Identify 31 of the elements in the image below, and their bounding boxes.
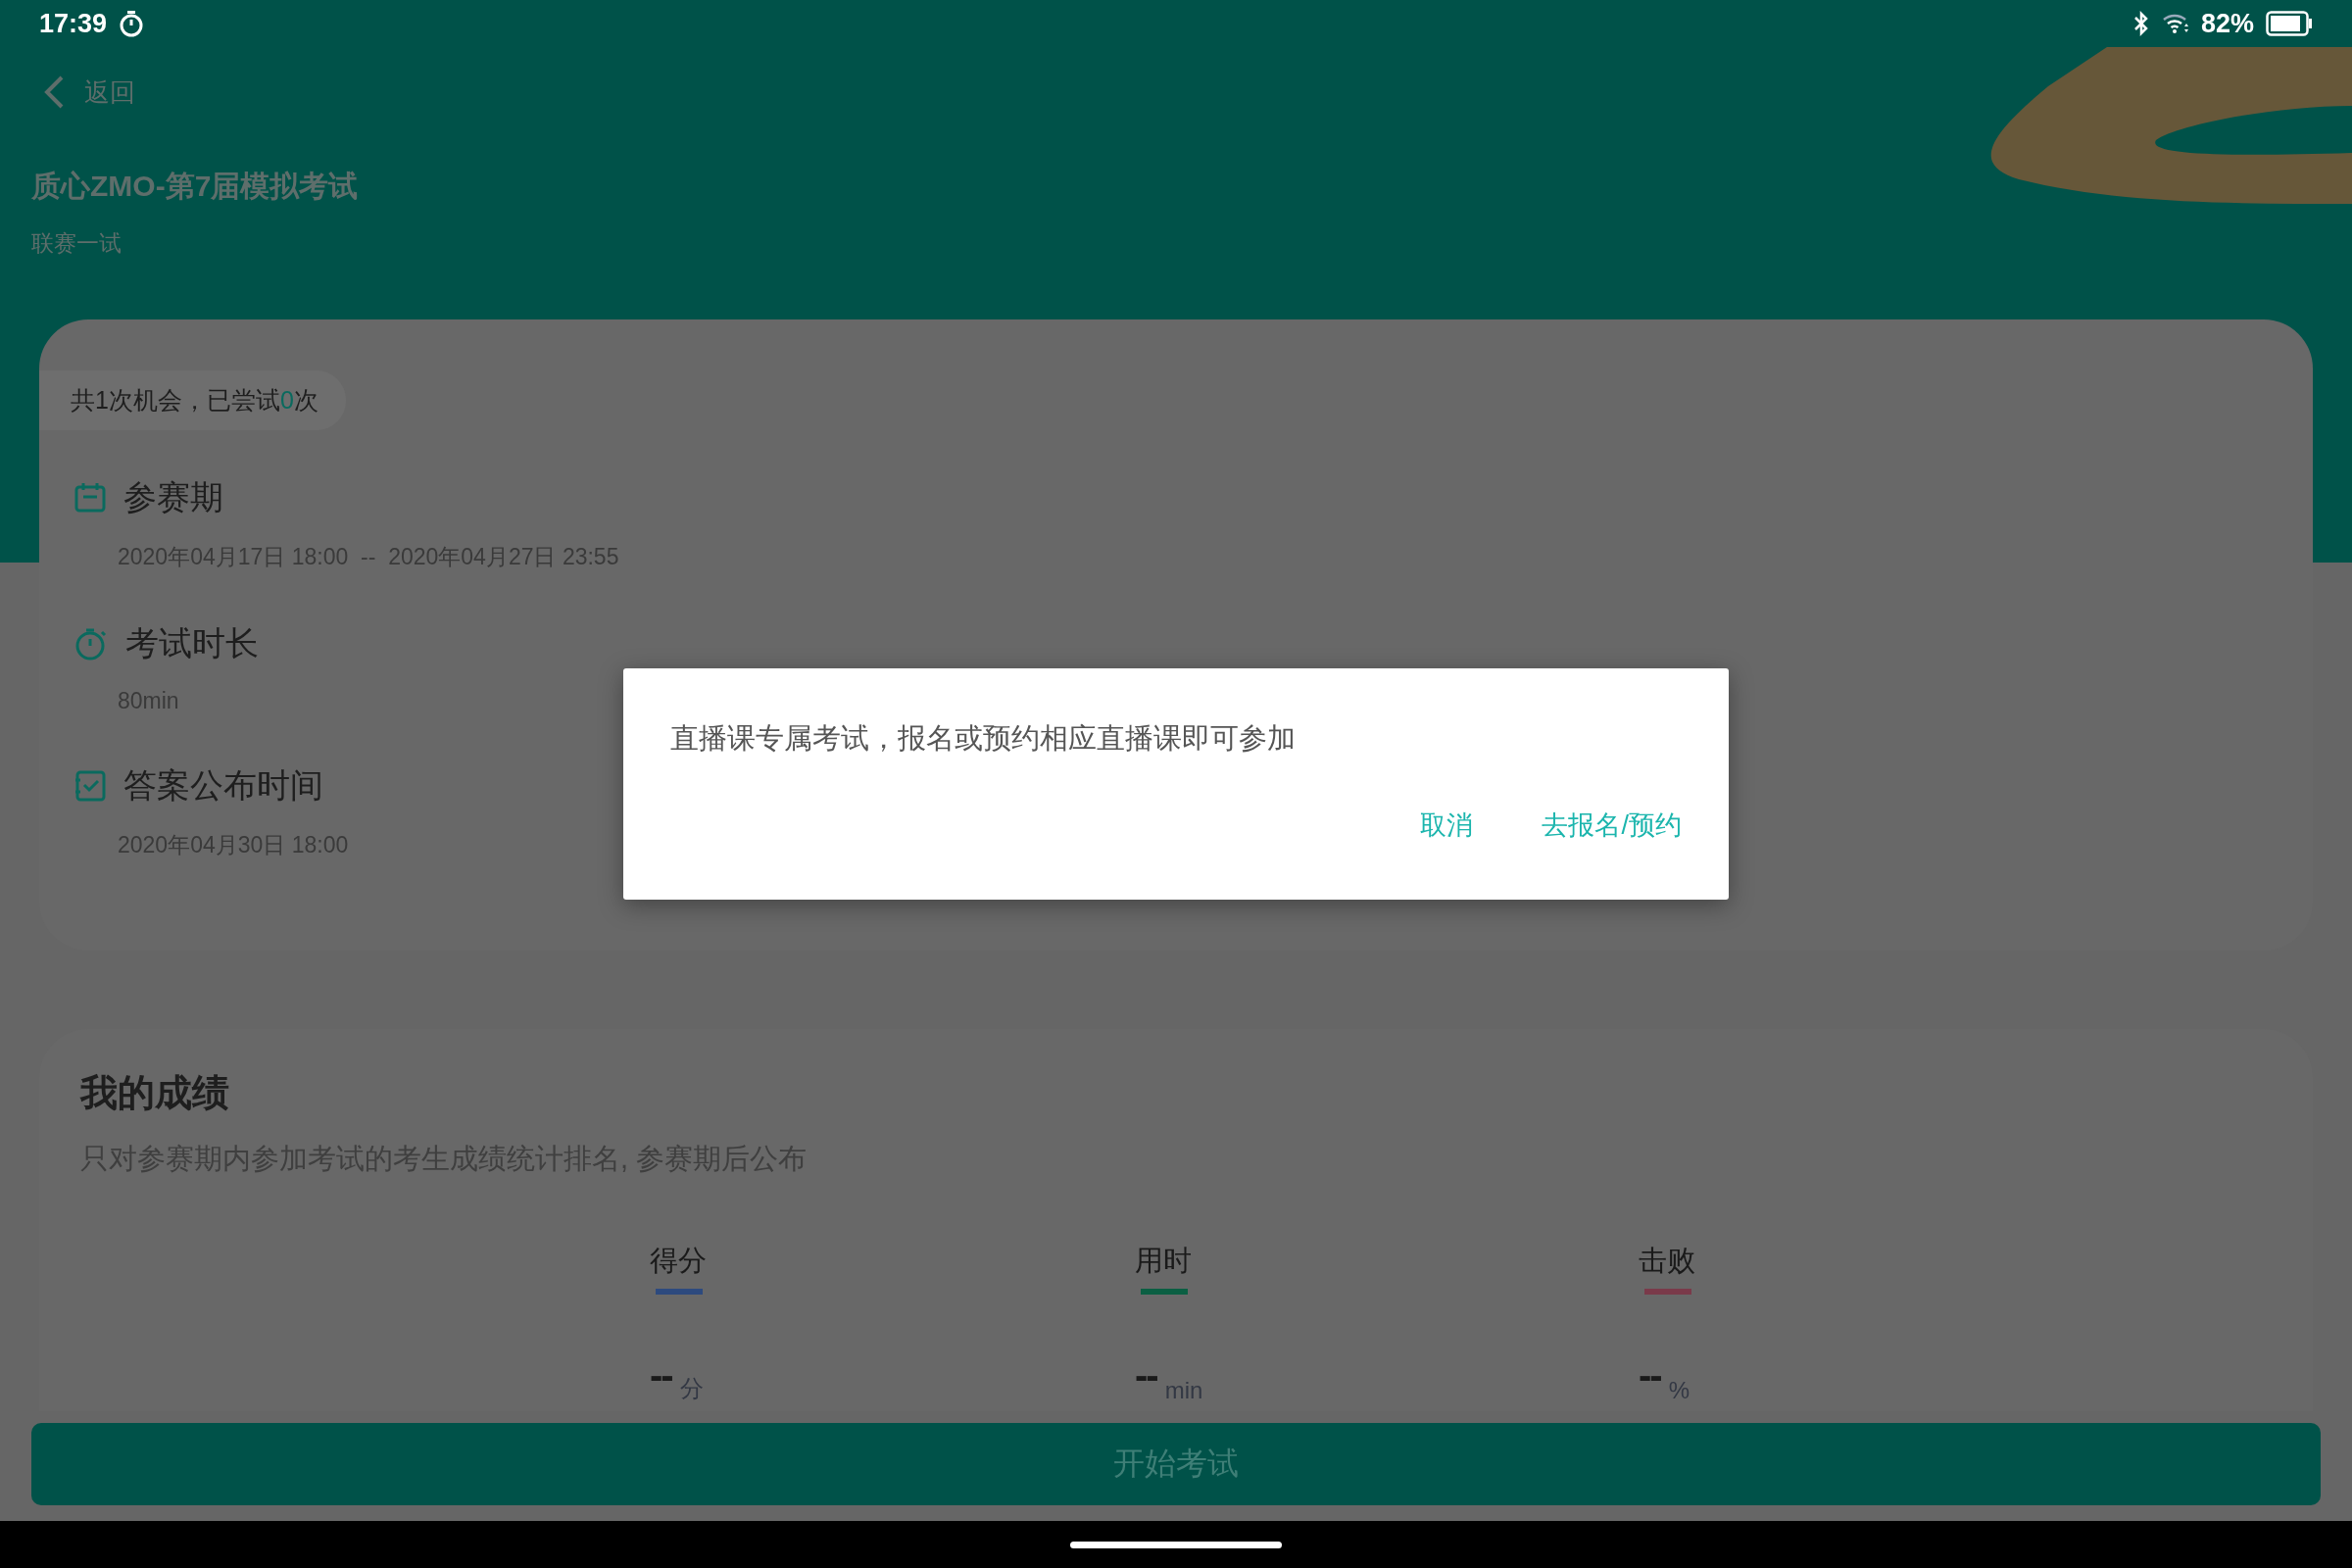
metric-label: 用时 xyxy=(1135,1244,1192,1278)
stopwatch-icon xyxy=(119,10,145,37)
back-button[interactable]: 返回 xyxy=(43,74,135,110)
stopwatch-icon xyxy=(74,627,108,661)
back-label[interactable]: 返回 xyxy=(84,74,135,110)
attempts-text: 共1次机会，已尝试0次 xyxy=(71,386,318,414)
battery-percent: 82% xyxy=(2200,8,2254,39)
home-indicator[interactable] xyxy=(1070,1541,1282,1548)
wifi-icon xyxy=(2161,13,2189,34)
metric-label: 击败 xyxy=(1639,1244,1695,1278)
section-heading: 考试时长 xyxy=(125,623,259,663)
back-icon xyxy=(43,74,65,110)
bluetooth-icon xyxy=(2132,11,2150,36)
metric-unit: % xyxy=(1668,1377,1690,1404)
dialog-button[interactable]: 去报名/预约 xyxy=(1542,808,1682,843)
checklist-icon xyxy=(74,770,106,802)
battery-icon xyxy=(2266,11,2313,36)
exam-subtitle: 联赛一试 xyxy=(31,229,122,258)
dialog-button[interactable]: 取消 xyxy=(1420,808,1474,843)
metric-value: -- xyxy=(1639,1355,1661,1395)
status-time: 17:39 xyxy=(39,8,108,39)
metric-value: -- xyxy=(1135,1355,1157,1395)
section-heading: 参赛期 xyxy=(123,477,223,517)
metric-value: -- xyxy=(650,1355,672,1395)
results-title: 我的成绩 xyxy=(80,1071,230,1115)
calendar-icon xyxy=(74,482,106,514)
metric-label: 得分 xyxy=(650,1244,707,1278)
section-heading: 答案公布时间 xyxy=(123,765,323,806)
dialog-message: 直播课专属考试，报名或预约相应直播课即可参加 xyxy=(670,721,1297,756)
exam-title: 质心ZMO-第7届模拟考试 xyxy=(31,169,360,204)
start-exam-button[interactable]: 开始考试 xyxy=(31,1423,2321,1505)
